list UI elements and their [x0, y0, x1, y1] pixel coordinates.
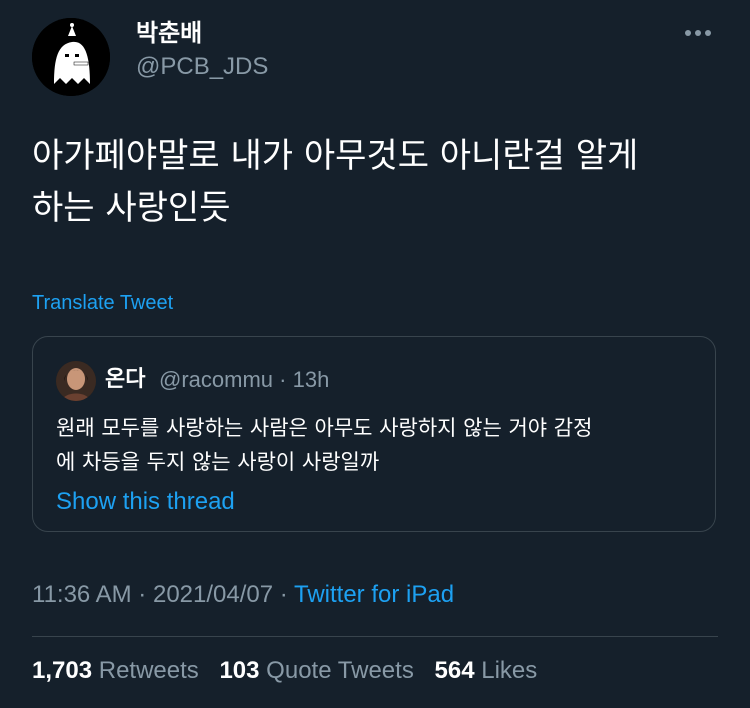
- quoted-tweet-text: 원래 모두를 사랑하는 사람은 아무도 사랑하지 않는 거야 감정 에 차등을 …: [56, 411, 696, 479]
- tweet-text-line-1: 아가페야말로 내가 아무것도 아니란걸 알게: [32, 136, 639, 176]
- quoted-author-name[interactable]: 온다: [105, 365, 145, 395]
- translate-tweet-link[interactable]: Translate Tweet: [32, 290, 173, 316]
- ghost-character-avatar-icon: [32, 18, 110, 96]
- quote-tweets-count: 103: [219, 657, 260, 684]
- likes-stat[interactable]: 564 Likes: [435, 657, 538, 684]
- tweet-date[interactable]: 2021/04/07: [153, 581, 273, 608]
- likes-count: 564: [434, 657, 475, 684]
- separator: ·: [279, 581, 288, 608]
- quoted-author-handle[interactable]: @racommu: [159, 367, 273, 392]
- author-display-name[interactable]: 박춘배: [136, 18, 202, 48]
- quote-tweets-stat[interactable]: 103 Quote Tweets: [219, 657, 420, 684]
- retweets-count: 1,703: [32, 657, 93, 684]
- quoted-author-meta: @racommu · 13h: [159, 365, 329, 395]
- show-thread-link[interactable]: Show this thread: [56, 487, 235, 517]
- dot: [695, 30, 701, 36]
- quoted-time: 13h: [292, 367, 330, 392]
- separator: ·: [279, 367, 287, 392]
- dot: [685, 30, 691, 36]
- quoted-tweet-card[interactable]: 온다 @racommu · 13h 원래 모두를 사랑하는 사람은 아무도 사랑…: [32, 336, 716, 532]
- quote-tweets-label: Quote Tweets: [266, 657, 414, 684]
- retweets-stat[interactable]: 1,703 Retweets: [32, 657, 205, 684]
- likes-label: Likes: [481, 657, 538, 684]
- retweets-label: Retweets: [98, 657, 199, 684]
- tweet-header: 박춘배 @PCB_JDS: [32, 18, 718, 96]
- tweet-text: 아가페야말로 내가 아무것도 아니란걸 알게 하는 사랑인듯: [32, 130, 722, 234]
- tweet-stats: 1,703 Retweets 103 Quote Tweets 564 Like…: [32, 656, 551, 686]
- separator: ·: [138, 581, 147, 608]
- divider: [32, 636, 718, 637]
- author-avatar[interactable]: [32, 18, 122, 96]
- tweet-source-link[interactable]: Twitter for iPad: [294, 581, 454, 608]
- quoted-text-line-2: 에 차등을 두지 않는 사랑이 사랑일까: [56, 450, 380, 474]
- quoted-text-line-1: 원래 모두를 사랑하는 사람은 아무도 사랑하지 않는 거야 감정: [56, 416, 593, 440]
- tweet-time[interactable]: 11:36 AM: [32, 581, 132, 608]
- author-handle[interactable]: @PCB_JDS: [136, 52, 268, 82]
- more-options-icon[interactable]: [682, 24, 714, 42]
- quoted-author-avatar[interactable]: [56, 361, 96, 401]
- dot: [705, 30, 711, 36]
- tweet-text-line-2: 하는 사랑인듯: [32, 188, 231, 228]
- tweet-meta: 11:36 AM · 2021/04/07 · Twitter for iPad: [32, 580, 454, 610]
